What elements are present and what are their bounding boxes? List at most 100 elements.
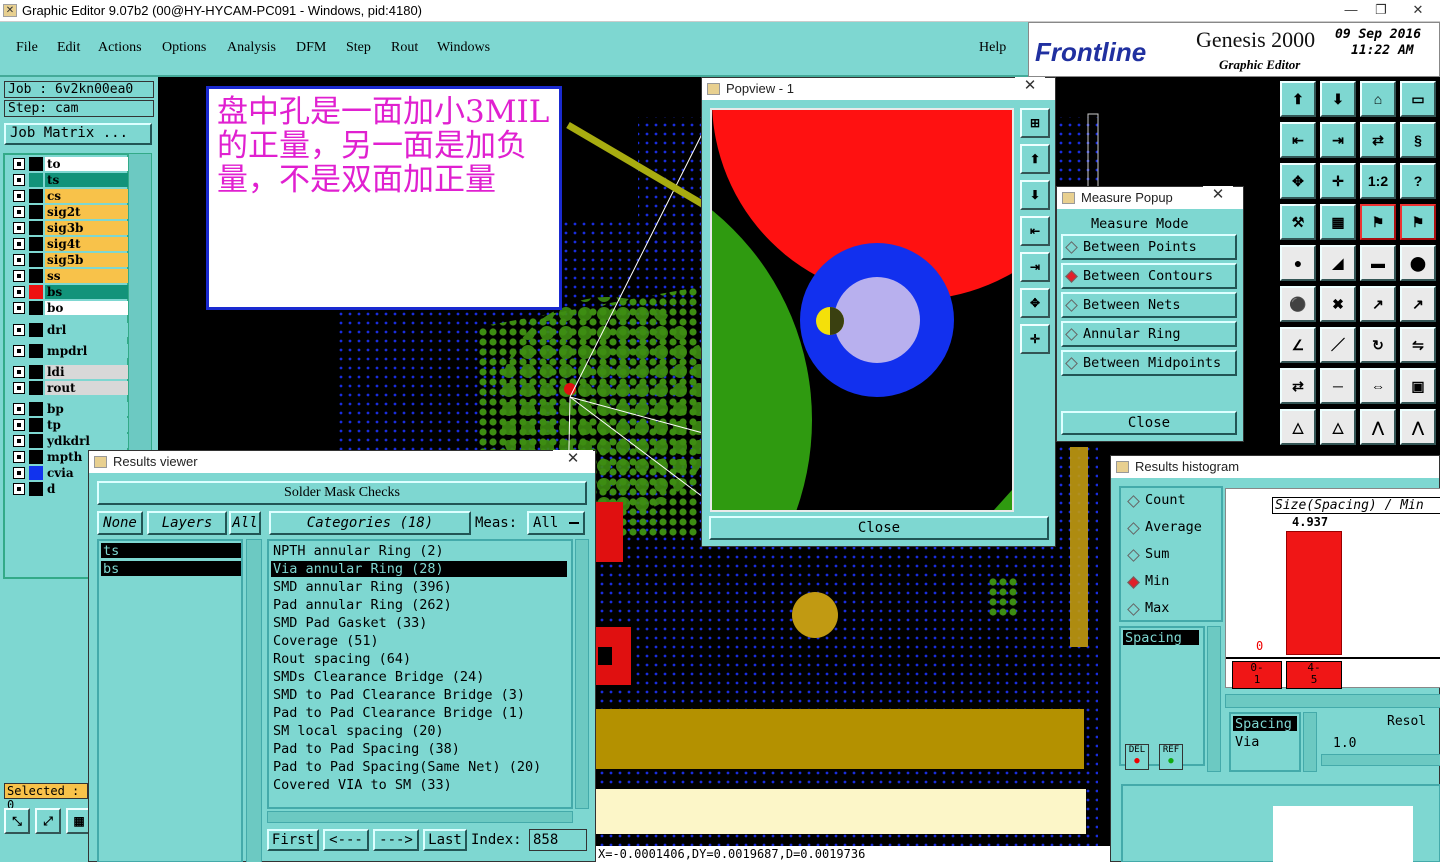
net-icon[interactable]: ⚫ (1280, 286, 1316, 322)
layer-checkbox[interactable] (13, 382, 25, 394)
right-icon[interactable]: ⇥ (1320, 122, 1356, 158)
histogram-hscrollbar[interactable] (1225, 694, 1440, 708)
all-button[interactable]: All (229, 511, 261, 535)
ruler-icon[interactable]: ▬ (1360, 245, 1396, 281)
layer-row-sig5b[interactable]: sig5b (13, 253, 129, 267)
measure-mode-2[interactable]: Between Nets (1061, 292, 1237, 318)
category-item[interactable]: Pad annular Ring (262) (271, 597, 567, 613)
refresh-button[interactable]: REF ● (1159, 744, 1183, 770)
layer-checkbox[interactable] (13, 158, 25, 170)
histogram-list-spacing[interactable]: Spacing (1123, 630, 1199, 646)
next-button[interactable]: ---> (373, 829, 419, 851)
layer-row-ts[interactable]: ts (13, 173, 129, 187)
category-item[interactable]: Rout spacing (64) (271, 651, 567, 667)
meas-dropdown[interactable]: All (527, 511, 585, 535)
prev-button[interactable]: <--- (323, 829, 369, 851)
pv-right-icon[interactable]: ⇥ (1020, 252, 1050, 282)
menu-help[interactable]: Help (979, 40, 1006, 56)
measure-close-icon[interactable]: ✕ (1203, 186, 1233, 206)
menu-rout[interactable]: Rout (391, 40, 418, 56)
layer-checkbox[interactable] (13, 451, 25, 463)
histogram-selected-via[interactable]: Via (1235, 734, 1259, 750)
popview-canvas[interactable] (710, 108, 1014, 512)
category-item[interactable]: SMD to Pad Clearance Bridge (3) (271, 687, 567, 703)
measure-mode-4[interactable]: Between Midpoints (1061, 350, 1237, 376)
pv-center-icon[interactable]: ✛ (1020, 324, 1050, 354)
category-item[interactable]: SMDs Clearance Bridge (24) (271, 669, 567, 685)
menu-dfm[interactable]: DFM (296, 40, 326, 56)
measure2-icon[interactable]: ↗ (1400, 286, 1436, 322)
ratio-icon[interactable]: 1:2 (1360, 163, 1396, 199)
pad-icon[interactable]: ● (1280, 245, 1316, 281)
category-item[interactable]: Covered VIA to SM (33) (271, 777, 567, 793)
zoom-icon[interactable]: ⤡ (4, 808, 30, 834)
menu-options[interactable]: Options (162, 40, 206, 56)
category-item[interactable]: NPTH annular Ring (2) (271, 543, 567, 559)
category-item[interactable]: Pad to Pad Spacing(Same Net) (20) (271, 759, 567, 775)
move-icon[interactable]: ⇄ (1280, 368, 1316, 404)
histogram-bin-1[interactable]: 4- 5 (1286, 661, 1342, 689)
layer-row-drl[interactable]: drl (13, 323, 129, 337)
layer-row-ss[interactable]: ss (13, 269, 129, 283)
category-scrollbar[interactable] (575, 539, 589, 809)
category-item[interactable]: Pad to Pad Clearance Bridge (1) (271, 705, 567, 721)
histogram-selected-spacing[interactable]: Spacing (1233, 716, 1297, 732)
layer-row-ldi[interactable]: ldi (13, 365, 129, 379)
layers-scrollbar[interactable] (246, 539, 262, 862)
layer-checkbox[interactable] (13, 270, 25, 282)
edit-icon[interactable]: ／ (1320, 327, 1356, 363)
histogram-selected-scrollbar[interactable] (1303, 712, 1317, 772)
first-button[interactable]: First (267, 829, 319, 851)
histogram-option-max[interactable]: Max (1125, 600, 1169, 620)
swap-icon[interactable]: ⇄ (1360, 122, 1396, 158)
job-matrix-button[interactable]: Job Matrix ... (4, 123, 152, 145)
triangle-icon[interactable]: △ (1280, 409, 1316, 445)
layer-row-bo[interactable]: bo (13, 301, 129, 315)
category-item[interactable]: Via annular Ring (28) (271, 561, 567, 577)
circle-icon[interactable]: ⬤ (1400, 245, 1436, 281)
angle-icon[interactable]: ∠ (1280, 327, 1316, 363)
layer-checkbox[interactable] (13, 345, 25, 357)
mirror-icon[interactable]: § (1400, 122, 1436, 158)
solder-mask-checks-header[interactable]: Solder Mask Checks (97, 481, 587, 505)
histogram-bin-0[interactable]: 0- 1 (1232, 661, 1282, 689)
layer-checkbox[interactable] (13, 366, 25, 378)
rotate-icon[interactable]: ↻ (1360, 327, 1396, 363)
histogram-option-min[interactable]: Min (1125, 573, 1169, 593)
menu-step[interactable]: Step (346, 40, 371, 56)
layer-checkbox[interactable] (13, 403, 25, 415)
zoom-box-icon[interactable]: ⤢ (35, 808, 61, 834)
layer-row-ydkdrl[interactable]: ydkdrl (13, 434, 129, 448)
menu-analysis[interactable]: Analysis (227, 40, 276, 56)
measure-mode-1[interactable]: Between Contours (1061, 263, 1237, 289)
layer-checkbox[interactable] (13, 467, 25, 479)
home-icon[interactable]: ⌂ (1360, 81, 1396, 117)
resolution-slider[interactable] (1321, 754, 1440, 766)
close-button[interactable]: ✕ (1400, 0, 1436, 20)
cross-icon[interactable]: ✖ (1320, 286, 1356, 322)
pv-bottom-icon[interactable]: ⬇ (1020, 180, 1050, 210)
histogram-bar[interactable] (1286, 531, 1342, 655)
snap-icon[interactable]: ⚑ (1360, 204, 1396, 240)
layer-checkbox[interactable] (13, 254, 25, 266)
menu-file[interactable]: File (16, 40, 38, 56)
grid-icon[interactable]: ▦ (1320, 204, 1356, 240)
triangle2-icon[interactable]: △ (1320, 409, 1356, 445)
resize-icon[interactable]: ⇔ (1360, 368, 1396, 404)
layers-icon[interactable]: ▣ (1400, 368, 1436, 404)
menu-edit[interactable]: Edit (57, 40, 80, 56)
pv-fit-icon[interactable]: ✥ (1020, 288, 1050, 318)
line-icon[interactable]: ◢ (1320, 245, 1356, 281)
measure-close-button[interactable]: Close (1061, 411, 1237, 435)
layer-row-cs[interactable]: cs (13, 189, 129, 203)
align-icon[interactable]: ─ (1320, 368, 1356, 404)
layer-checkbox[interactable] (13, 435, 25, 447)
layer-checkbox[interactable] (13, 324, 25, 336)
layer-checkbox[interactable] (13, 222, 25, 234)
layer-checkbox[interactable] (13, 206, 25, 218)
left-icon[interactable]: ⇤ (1280, 122, 1316, 158)
histogram-option-sum[interactable]: Sum (1125, 546, 1169, 566)
pv-zoom-icon[interactable]: ⊞ (1020, 108, 1050, 138)
category-item[interactable]: SM local spacing (20) (271, 723, 567, 739)
maximize-button[interactable]: ❐ (1366, 0, 1396, 20)
